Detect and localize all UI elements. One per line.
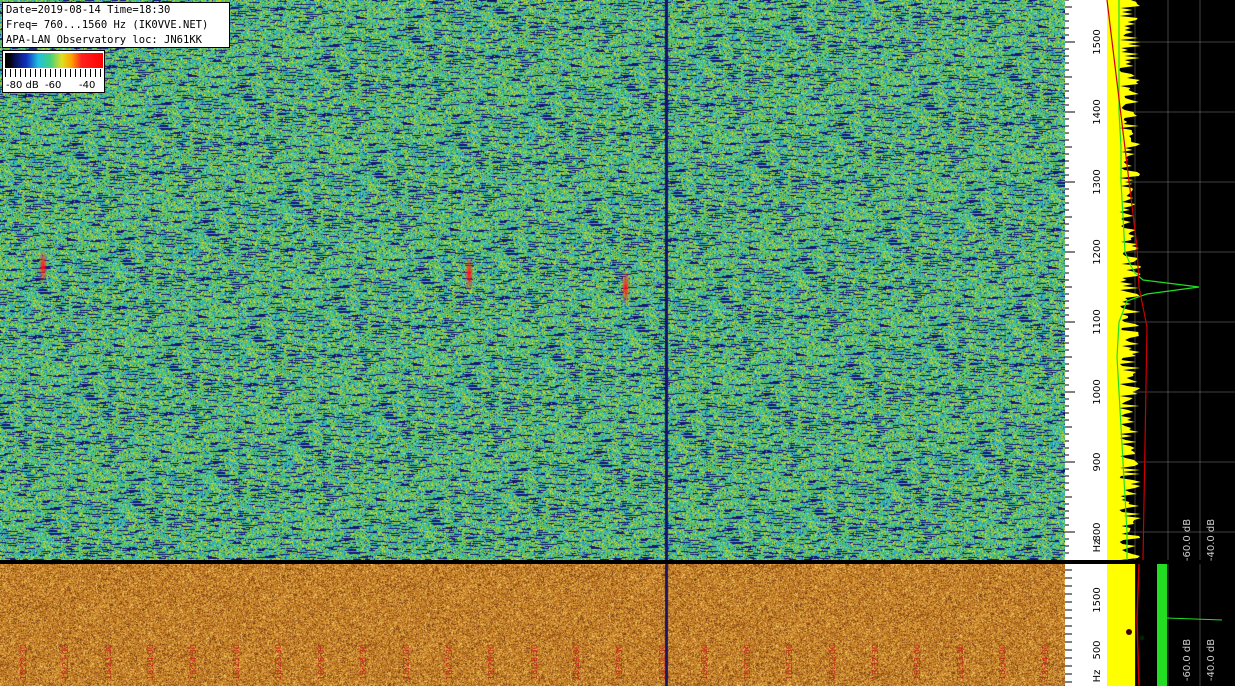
time-label: 18:22:30 <box>19 644 28 680</box>
freq-tick-label: 900 <box>1092 452 1103 471</box>
time-label: 18:27:30 <box>445 644 454 680</box>
scale-label-max: -40 <box>79 80 96 91</box>
time-label: 18:25:30 <box>274 644 283 680</box>
panel-separator <box>0 560 1065 564</box>
scale-label-min: -80 dB <box>6 80 39 91</box>
lower-green-band <box>1157 564 1167 686</box>
spectrum-db-label: -60.0 dB <box>1182 519 1193 561</box>
spectrum-db-label: -40.0 dB <box>1206 519 1217 561</box>
time-label: 18:33:30 <box>956 644 965 680</box>
time-label: 18:29:00 <box>572 644 581 680</box>
chart-overlay: 800 900 1000 1100 1200 1300 1400 1500 Hz 1500 500 H… <box>0 0 1235 686</box>
freq-tick-label: 1100 <box>1092 309 1103 334</box>
time-label: 18:33:00 <box>913 644 922 680</box>
date-time-line: Date=2019-08-14 Time=18:30 <box>6 4 171 16</box>
observatory-line: APA-LAN Observatory loc: JN61KK <box>6 34 202 46</box>
lower-unit-label: Hz <box>1092 670 1103 683</box>
lower-db-label: -60.0 dB <box>1182 639 1193 681</box>
waterfall-display: 800 900 1000 1100 1200 1300 1400 1500 Hz 1500 500 H… <box>0 0 1235 686</box>
freq-tick-label: 800 <box>1092 522 1103 541</box>
lower-tick-label: 500 <box>1092 640 1103 659</box>
color-scale-legend: -80 dB -60 -40 <box>2 50 105 93</box>
lower-spectrum-fill <box>1107 564 1135 686</box>
time-label: 18:23:30 <box>104 644 113 680</box>
time-label: 18:23:00 <box>61 644 70 680</box>
time-label: 18:32:30 <box>871 644 880 680</box>
time-label: 18:26:30 <box>359 644 368 680</box>
time-label: 18:24:00 <box>146 644 155 680</box>
freq-unit-label: Hz <box>1092 540 1103 553</box>
lower-db-label: -40.0 dB <box>1206 639 1217 681</box>
frequency-line: Freq= 760...1560 Hz (IK0VVE.NET) <box>6 19 209 31</box>
time-label: 18:34:00 <box>998 644 1007 680</box>
time-label: 18:31:30 <box>785 644 794 680</box>
lower-axis-strip <box>1065 564 1107 686</box>
time-label: 18:27:00 <box>402 644 411 680</box>
time-label: 18:31:00 <box>743 644 752 680</box>
lower-marker-dot <box>1126 629 1132 635</box>
time-label: 18:25:00 <box>232 644 241 680</box>
time-label: 18:28:00 <box>487 644 496 680</box>
freq-tick-label: 1500 <box>1092 29 1103 54</box>
freq-tick-label: 1300 <box>1092 169 1103 194</box>
info-box: Date=2019-08-14 Time=18:30 Freq= 760...1… <box>2 2 230 48</box>
color-scale-ticks <box>5 69 103 77</box>
lower-tick-label: 1500 <box>1092 587 1103 612</box>
time-label: 18:30:00 <box>658 644 667 680</box>
time-label: 18:29:30 <box>615 644 624 680</box>
scale-label-mid: -60 <box>45 80 62 91</box>
lower-marker-dot <box>1139 635 1145 641</box>
freq-axis-strip <box>1065 0 1107 560</box>
freq-tick-label: 1400 <box>1092 99 1103 124</box>
time-label: 18:30:30 <box>700 644 709 680</box>
freq-tick-label: 1200 <box>1092 239 1103 264</box>
time-label: 18:26:00 <box>317 644 326 680</box>
time-label: 18:32:00 <box>828 644 837 680</box>
freq-tick-label: 1000 <box>1092 379 1103 404</box>
color-scale-bar <box>5 53 103 68</box>
time-label: 18:34:30 <box>1041 644 1050 680</box>
time-label: 18:24:30 <box>189 644 198 680</box>
time-label: 18:28:30 <box>530 644 539 680</box>
